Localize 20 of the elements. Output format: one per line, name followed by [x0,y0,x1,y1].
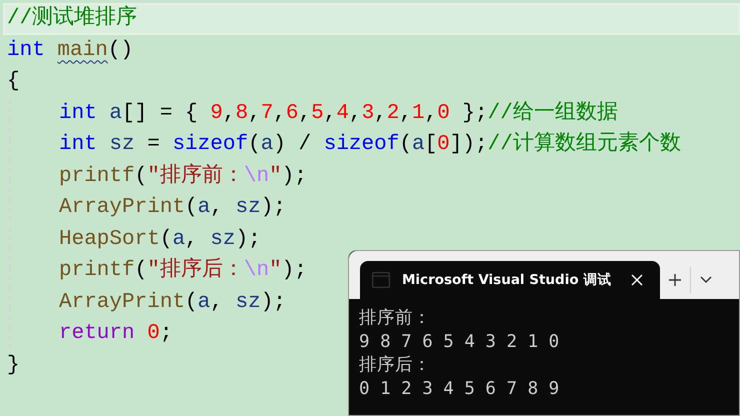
console-output-line: 9 8 7 6 5 4 3 2 1 0 [359,330,560,354]
console-output-line: 排序后： [359,354,432,377]
code-line: HeapSort(a, sz); [58,226,262,252]
plus-icon [668,273,682,287]
code-line: return 0; [58,321,174,347]
chevron-down-icon [700,276,712,284]
console-tab[interactable]: Microsoft Visual Studio 调试 [360,261,660,299]
code-line: ArrayPrint(a, sz); [58,290,287,316]
code-line: { [6,69,21,95]
console-output-line: 0 1 2 3 4 5 6 7 8 9 [359,378,560,400]
code-line: int a[] = { 9,8,7,6,5,4,3,2,1,0 };//给一组数据 [58,100,619,126]
code-line: int sz = sizeof(a) / sizeof(a[0]);//计算数组元素个数 [58,130,682,158]
console-output-line: 排序前： [359,307,432,330]
code-line: printf("排序前：\n"); [58,162,308,190]
close-icon [630,273,644,287]
code-line: ArrayPrint(a, sz); [58,195,287,221]
terminal-icon [372,272,390,288]
code-line: int main() [6,38,134,64]
code-line: printf("排序后：\n"); [58,256,308,284]
code-line: } [6,352,21,378]
